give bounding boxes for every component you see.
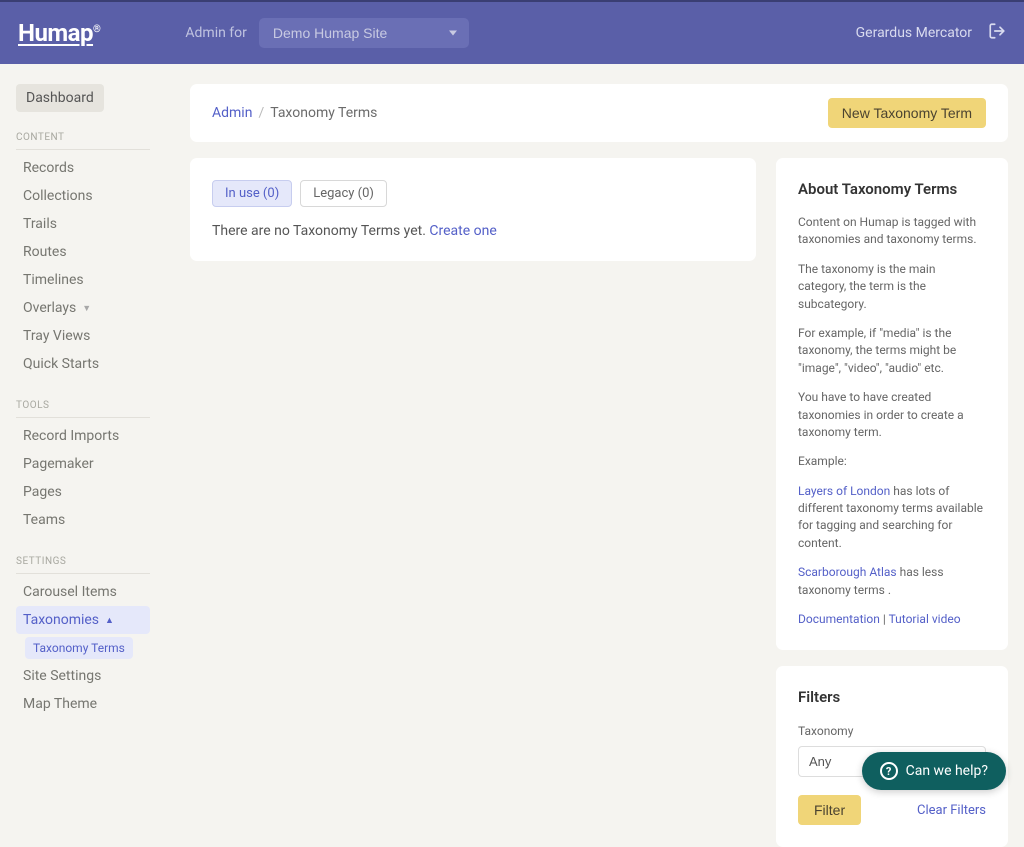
breadcrumb-root[interactable]: Admin <box>212 105 252 121</box>
sidebar-item-record-imports[interactable]: Record Imports <box>16 422 150 450</box>
sidebar-section-content: CONTENT <box>16 132 150 143</box>
about-p5: Example: <box>798 453 986 470</box>
scarborough-atlas-link[interactable]: Scarborough Atlas <box>798 565 897 579</box>
about-p3: For example, if "media" is the taxonomy,… <box>798 325 986 377</box>
chevron-up-icon: ▲ <box>105 615 114 626</box>
sidebar-item-taxonomies[interactable]: Taxonomies▲ <box>16 606 150 634</box>
sidebar-section-settings: SETTINGS <box>16 556 150 567</box>
breadcrumb-bar: Admin / Taxonomy Terms New Taxonomy Term <box>190 84 1008 142</box>
sidebar-item-teams[interactable]: Teams <box>16 506 150 534</box>
sidebar-item-map-theme[interactable]: Map Theme <box>16 690 150 718</box>
filters-title: Filters <box>798 688 986 706</box>
about-title: About Taxonomy Terms <box>798 180 986 198</box>
layers-of-london-link[interactable]: Layers of London <box>798 484 890 498</box>
sidebar-item-tray-views[interactable]: Tray Views <box>16 322 150 350</box>
empty-message: There are no Taxonomy Terms yet. Create … <box>212 223 734 239</box>
sidebar-item-routes[interactable]: Routes <box>16 238 150 266</box>
sidebar-item-site-settings[interactable]: Site Settings <box>16 662 150 690</box>
chevron-down-icon: ▼ <box>82 303 91 314</box>
main-panel: In use (0) Legacy (0) There are no Taxon… <box>190 158 756 261</box>
sidebar-item-collections[interactable]: Collections <box>16 182 150 210</box>
sidebar-item-timelines[interactable]: Timelines <box>16 266 150 294</box>
help-icon: ? <box>880 762 898 780</box>
about-ex2: Scarborough Atlas has less taxonomy term… <box>798 564 986 599</box>
filter-taxonomy-label: Taxonomy <box>798 724 986 738</box>
tab-legacy[interactable]: Legacy (0) <box>300 180 387 207</box>
logout-icon[interactable] <box>988 22 1006 44</box>
about-p1: Content on Humap is tagged with taxonomi… <box>798 214 986 249</box>
sidebar-item-pages[interactable]: Pages <box>16 478 150 506</box>
clear-filters-link[interactable]: Clear Filters <box>917 803 986 818</box>
username[interactable]: Gerardus Mercator <box>856 25 972 41</box>
about-links: Documentation | Tutorial video <box>798 611 986 628</box>
tab-in-use[interactable]: In use (0) <box>212 180 292 207</box>
breadcrumb-sep: / <box>258 105 264 121</box>
topbar: Humap® Admin for Demo Humap Site Gerardu… <box>0 0 1024 64</box>
sidebar-item-pagemaker[interactable]: Pagemaker <box>16 450 150 478</box>
admin-for: Admin for Demo Humap Site <box>185 18 469 48</box>
breadcrumb-current: Taxonomy Terms <box>270 105 377 121</box>
sidebar-sub-taxonomy-terms[interactable]: Taxonomy Terms <box>25 637 133 659</box>
new-taxonomy-term-button[interactable]: New Taxonomy Term <box>828 98 986 128</box>
sidebar-item-overlays[interactable]: Overlays▼ <box>16 294 150 322</box>
sidebar: Dashboard CONTENT Records Collections Tr… <box>0 64 166 808</box>
create-one-link[interactable]: Create one <box>429 223 496 239</box>
sidebar-item-carousel-items[interactable]: Carousel Items <box>16 578 150 606</box>
help-widget[interactable]: ? Can we help? <box>862 752 1006 790</box>
filter-button[interactable]: Filter <box>798 795 861 825</box>
site-select[interactable]: Demo Humap Site <box>259 18 469 48</box>
help-label: Can we help? <box>906 763 988 779</box>
sidebar-dashboard[interactable]: Dashboard <box>16 84 104 112</box>
documentation-link[interactable]: Documentation <box>798 612 880 626</box>
about-panel: About Taxonomy Terms Content on Humap is… <box>776 158 1008 650</box>
about-p4: You have to have created taxonomies in o… <box>798 389 986 441</box>
sidebar-item-trails[interactable]: Trails <box>16 210 150 238</box>
admin-for-label: Admin for <box>185 25 247 41</box>
logo[interactable]: Humap® <box>18 19 100 47</box>
about-ex1: Layers of London has lots of different t… <box>798 483 986 553</box>
sidebar-section-tools: TOOLS <box>16 400 150 411</box>
sidebar-item-records[interactable]: Records <box>16 154 150 182</box>
about-p2: The taxonomy is the main category, the t… <box>798 261 986 313</box>
tutorial-video-link[interactable]: Tutorial video <box>889 612 961 626</box>
sidebar-item-quick-starts[interactable]: Quick Starts <box>16 350 150 378</box>
